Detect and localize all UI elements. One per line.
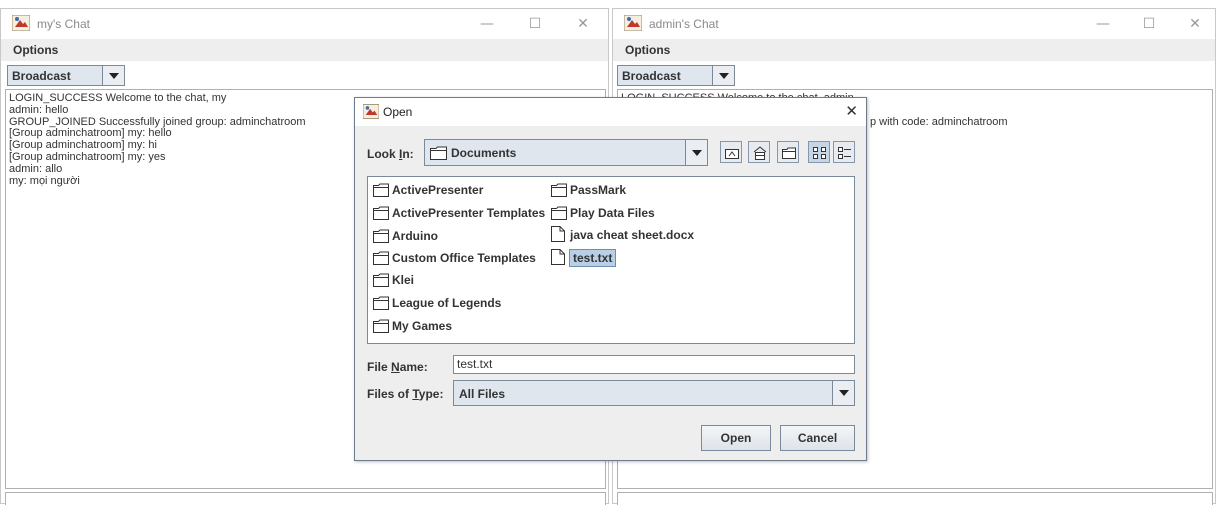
new-folder-button[interactable] bbox=[777, 141, 799, 163]
recipient-combo[interactable]: Broadcast bbox=[617, 65, 735, 86]
look-in-value: Documents bbox=[451, 146, 517, 160]
folder-icon bbox=[373, 183, 389, 197]
folder-icon bbox=[373, 206, 389, 220]
window-title: my's Chat bbox=[37, 17, 90, 31]
minimize-button[interactable]: — bbox=[471, 13, 503, 35]
recipient-combo[interactable]: Broadcast bbox=[7, 65, 125, 86]
folder-icon bbox=[551, 183, 567, 197]
file-name: My Games bbox=[392, 319, 453, 333]
chat-message: my: mọi người bbox=[9, 174, 80, 187]
menu-options[interactable]: Options bbox=[13, 43, 58, 57]
home-icon bbox=[753, 146, 767, 160]
new-folder-icon bbox=[782, 147, 796, 159]
chat-message: [Group adminchatroom] my: yes bbox=[9, 150, 166, 163]
folder-icon bbox=[373, 229, 389, 243]
folder-icon bbox=[430, 146, 447, 160]
window-title: admin's Chat bbox=[649, 17, 719, 31]
details-view-icon bbox=[838, 147, 851, 159]
chevron-down-icon[interactable] bbox=[102, 66, 124, 85]
recipient-combo-value: Broadcast bbox=[12, 69, 71, 83]
details-view-button[interactable] bbox=[833, 141, 855, 163]
file-name: test.txt bbox=[569, 249, 617, 267]
folder-icon bbox=[373, 319, 389, 333]
right-title-bar[interactable]: admin's Chat — ☐ ✕ bbox=[613, 9, 1215, 39]
home-button[interactable] bbox=[748, 141, 770, 163]
java-app-icon bbox=[12, 15, 30, 31]
chevron-down-icon[interactable] bbox=[832, 381, 854, 405]
document-icon bbox=[551, 226, 565, 242]
dialog-title: Open bbox=[383, 105, 413, 119]
file-name: Play Data Files bbox=[570, 206, 655, 220]
message-input[interactable] bbox=[617, 492, 1213, 505]
file-type-value: All Files bbox=[459, 387, 506, 401]
java-app-icon bbox=[624, 15, 642, 31]
folder-icon bbox=[373, 273, 389, 287]
file-type-label: Files of Type: bbox=[367, 387, 444, 401]
dialog-title-bar[interactable]: Open ✕ bbox=[355, 98, 866, 126]
close-button[interactable]: ✕ bbox=[567, 13, 599, 35]
folder-icon bbox=[551, 206, 567, 220]
chevron-down-icon[interactable] bbox=[712, 66, 734, 85]
file-name: Klei bbox=[392, 273, 415, 287]
close-button[interactable]: ✕ bbox=[1179, 13, 1211, 35]
maximize-button[interactable]: ☐ bbox=[1133, 13, 1165, 35]
file-name-input[interactable]: test.txt bbox=[453, 355, 855, 374]
left-title-bar[interactable]: my's Chat — ☐ ✕ bbox=[1, 9, 608, 39]
chat-message: admin: hello bbox=[9, 103, 69, 116]
document-icon bbox=[551, 249, 565, 265]
file-name: Custom Office Templates bbox=[392, 251, 536, 265]
recipient-combo-value: Broadcast bbox=[622, 69, 681, 83]
chat-message: admin: allo bbox=[9, 162, 63, 175]
file-name-label: File Name: bbox=[367, 360, 428, 374]
open-button[interactable]: Open bbox=[701, 425, 771, 451]
message-input[interactable] bbox=[5, 492, 606, 505]
file-name: PassMark bbox=[570, 183, 627, 197]
up-one-level-button[interactable] bbox=[720, 141, 742, 163]
look-in-combo[interactable]: Documents bbox=[424, 139, 708, 166]
list-view-button[interactable] bbox=[808, 141, 830, 163]
file-name: League of Legends bbox=[392, 296, 502, 310]
file-list[interactable]: ActivePresenter ActivePresenter Template… bbox=[367, 176, 855, 344]
list-view-icon bbox=[813, 147, 826, 159]
minimize-button[interactable]: — bbox=[1087, 13, 1119, 35]
menu-bar: Options bbox=[1, 39, 608, 61]
folder-icon bbox=[373, 251, 389, 265]
java-app-icon bbox=[363, 104, 379, 119]
open-file-dialog: Open ✕ Look In: Documents ActivePresente… bbox=[354, 97, 867, 461]
file-name: java cheat sheet.docx bbox=[570, 228, 695, 242]
file-type-combo[interactable]: All Files bbox=[453, 380, 855, 406]
close-icon[interactable]: ✕ bbox=[845, 102, 858, 120]
up-folder-icon bbox=[725, 149, 739, 159]
file-name: Arduino bbox=[392, 229, 438, 243]
look-in-label: Look In: bbox=[367, 147, 414, 161]
folder-icon bbox=[373, 296, 389, 310]
menu-bar: Options bbox=[613, 39, 1215, 61]
file-name: ActivePresenter Templates bbox=[392, 206, 546, 220]
maximize-button[interactable]: ☐ bbox=[519, 13, 551, 35]
menu-options[interactable]: Options bbox=[625, 43, 670, 57]
file-name: ActivePresenter bbox=[392, 183, 484, 197]
chevron-down-icon[interactable] bbox=[685, 140, 707, 165]
cancel-button[interactable]: Cancel bbox=[780, 425, 855, 451]
